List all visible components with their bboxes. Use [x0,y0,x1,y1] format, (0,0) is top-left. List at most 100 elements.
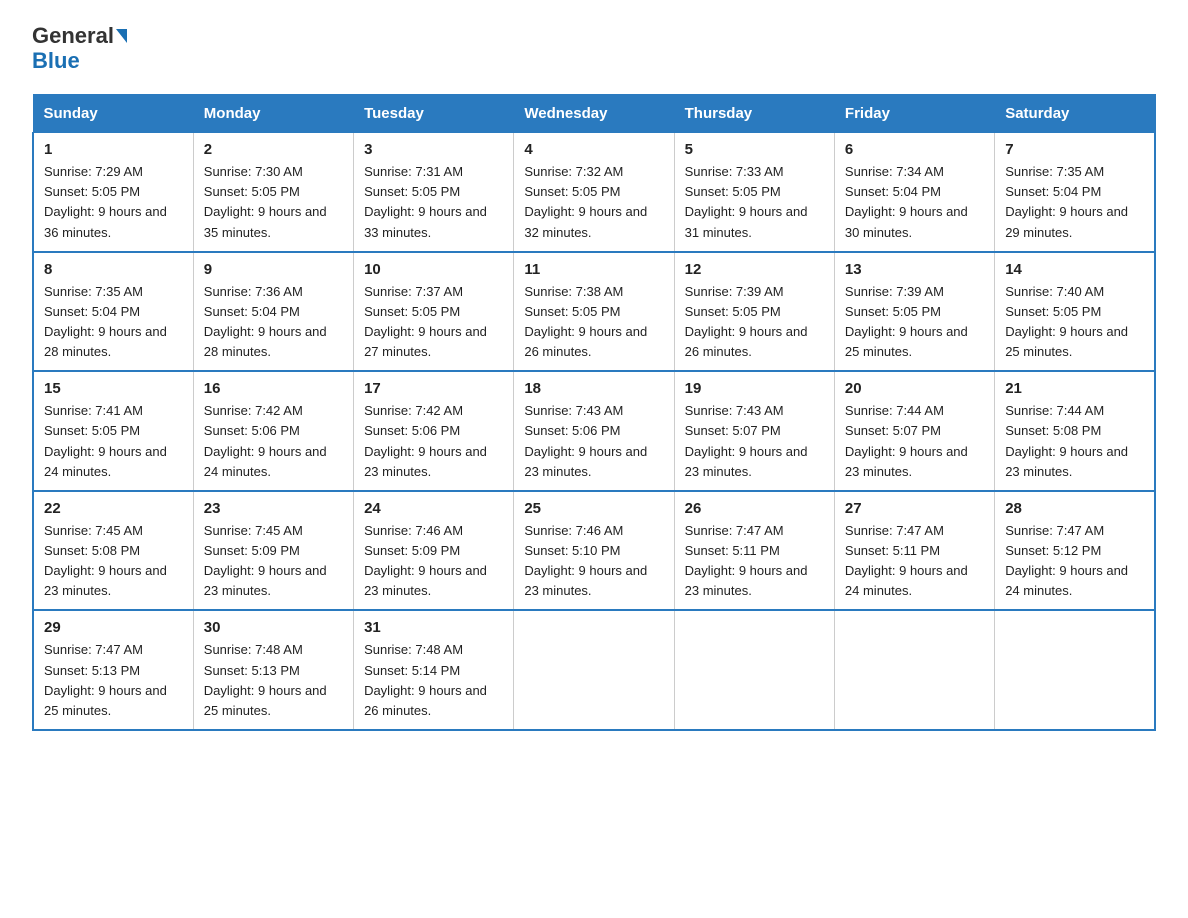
calendar-cell: 3 Sunrise: 7:31 AMSunset: 5:05 PMDayligh… [354,133,514,252]
day-info: Sunrise: 7:36 AMSunset: 5:04 PMDaylight:… [204,284,327,359]
day-info: Sunrise: 7:39 AMSunset: 5:05 PMDaylight:… [685,284,808,359]
calendar-cell: 19 Sunrise: 7:43 AMSunset: 5:07 PMDaylig… [674,371,834,491]
calendar-table: SundayMondayTuesdayWednesdayThursdayFrid… [32,94,1156,731]
calendar-cell: 2 Sunrise: 7:30 AMSunset: 5:05 PMDayligh… [193,133,353,252]
header-saturday: Saturday [995,95,1155,133]
day-info: Sunrise: 7:30 AMSunset: 5:05 PMDaylight:… [204,164,327,239]
day-number: 10 [364,261,503,278]
calendar-cell: 14 Sunrise: 7:40 AMSunset: 5:05 PMDaylig… [995,252,1155,372]
day-number: 5 [685,141,824,158]
calendar-cell: 27 Sunrise: 7:47 AMSunset: 5:11 PMDaylig… [834,491,994,611]
day-info: Sunrise: 7:41 AMSunset: 5:05 PMDaylight:… [44,403,167,478]
day-info: Sunrise: 7:38 AMSunset: 5:05 PMDaylight:… [524,284,647,359]
day-number: 18 [524,380,663,397]
calendar-cell: 5 Sunrise: 7:33 AMSunset: 5:05 PMDayligh… [674,133,834,252]
day-info: Sunrise: 7:44 AMSunset: 5:07 PMDaylight:… [845,403,968,478]
day-info: Sunrise: 7:44 AMSunset: 5:08 PMDaylight:… [1005,403,1128,478]
day-info: Sunrise: 7:35 AMSunset: 5:04 PMDaylight:… [1005,164,1128,239]
day-number: 29 [44,619,183,636]
day-number: 9 [204,261,343,278]
calendar-cell [674,610,834,730]
day-info: Sunrise: 7:46 AMSunset: 5:09 PMDaylight:… [364,523,487,598]
calendar-cell: 18 Sunrise: 7:43 AMSunset: 5:06 PMDaylig… [514,371,674,491]
day-info: Sunrise: 7:31 AMSunset: 5:05 PMDaylight:… [364,164,487,239]
day-number: 23 [204,500,343,517]
logo-text-general: General [32,24,114,48]
header-monday: Monday [193,95,353,133]
day-number: 7 [1005,141,1144,158]
calendar-cell: 16 Sunrise: 7:42 AMSunset: 5:06 PMDaylig… [193,371,353,491]
week-row-3: 15 Sunrise: 7:41 AMSunset: 5:05 PMDaylig… [33,371,1155,491]
day-info: Sunrise: 7:43 AMSunset: 5:06 PMDaylight:… [524,403,647,478]
day-info: Sunrise: 7:46 AMSunset: 5:10 PMDaylight:… [524,523,647,598]
day-number: 12 [685,261,824,278]
day-number: 2 [204,141,343,158]
calendar-cell: 29 Sunrise: 7:47 AMSunset: 5:13 PMDaylig… [33,610,193,730]
calendar-cell: 21 Sunrise: 7:44 AMSunset: 5:08 PMDaylig… [995,371,1155,491]
day-number: 30 [204,619,343,636]
day-number: 31 [364,619,503,636]
day-number: 8 [44,261,183,278]
week-row-5: 29 Sunrise: 7:47 AMSunset: 5:13 PMDaylig… [33,610,1155,730]
calendar-cell: 20 Sunrise: 7:44 AMSunset: 5:07 PMDaylig… [834,371,994,491]
logo-text-blue: Blue [32,48,80,74]
day-info: Sunrise: 7:42 AMSunset: 5:06 PMDaylight:… [204,403,327,478]
calendar-cell: 10 Sunrise: 7:37 AMSunset: 5:05 PMDaylig… [354,252,514,372]
header-friday: Friday [834,95,994,133]
day-info: Sunrise: 7:43 AMSunset: 5:07 PMDaylight:… [685,403,808,478]
day-info: Sunrise: 7:45 AMSunset: 5:08 PMDaylight:… [44,523,167,598]
calendar-cell [834,610,994,730]
header-tuesday: Tuesday [354,95,514,133]
day-number: 13 [845,261,984,278]
day-info: Sunrise: 7:42 AMSunset: 5:06 PMDaylight:… [364,403,487,478]
day-number: 19 [685,380,824,397]
day-number: 21 [1005,380,1144,397]
day-number: 25 [524,500,663,517]
day-number: 11 [524,261,663,278]
day-number: 17 [364,380,503,397]
day-info: Sunrise: 7:33 AMSunset: 5:05 PMDaylight:… [685,164,808,239]
calendar-cell: 6 Sunrise: 7:34 AMSunset: 5:04 PMDayligh… [834,133,994,252]
header-thursday: Thursday [674,95,834,133]
calendar-cell: 23 Sunrise: 7:45 AMSunset: 5:09 PMDaylig… [193,491,353,611]
day-info: Sunrise: 7:48 AMSunset: 5:13 PMDaylight:… [204,642,327,717]
calendar-cell: 9 Sunrise: 7:36 AMSunset: 5:04 PMDayligh… [193,252,353,372]
day-info: Sunrise: 7:45 AMSunset: 5:09 PMDaylight:… [204,523,327,598]
calendar-cell: 12 Sunrise: 7:39 AMSunset: 5:05 PMDaylig… [674,252,834,372]
day-number: 28 [1005,500,1144,517]
header-sunday: Sunday [33,95,193,133]
page-header: General Blue [32,24,1156,74]
day-number: 22 [44,500,183,517]
calendar-cell: 28 Sunrise: 7:47 AMSunset: 5:12 PMDaylig… [995,491,1155,611]
calendar-cell: 7 Sunrise: 7:35 AMSunset: 5:04 PMDayligh… [995,133,1155,252]
day-number: 26 [685,500,824,517]
week-row-2: 8 Sunrise: 7:35 AMSunset: 5:04 PMDayligh… [33,252,1155,372]
day-info: Sunrise: 7:34 AMSunset: 5:04 PMDaylight:… [845,164,968,239]
calendar-cell: 31 Sunrise: 7:48 AMSunset: 5:14 PMDaylig… [354,610,514,730]
day-number: 6 [845,141,984,158]
calendar-cell: 15 Sunrise: 7:41 AMSunset: 5:05 PMDaylig… [33,371,193,491]
day-info: Sunrise: 7:48 AMSunset: 5:14 PMDaylight:… [364,642,487,717]
day-info: Sunrise: 7:32 AMSunset: 5:05 PMDaylight:… [524,164,647,239]
week-row-4: 22 Sunrise: 7:45 AMSunset: 5:08 PMDaylig… [33,491,1155,611]
day-number: 15 [44,380,183,397]
day-number: 24 [364,500,503,517]
calendar-cell: 11 Sunrise: 7:38 AMSunset: 5:05 PMDaylig… [514,252,674,372]
day-info: Sunrise: 7:37 AMSunset: 5:05 PMDaylight:… [364,284,487,359]
calendar-cell: 4 Sunrise: 7:32 AMSunset: 5:05 PMDayligh… [514,133,674,252]
day-number: 4 [524,141,663,158]
day-info: Sunrise: 7:47 AMSunset: 5:13 PMDaylight:… [44,642,167,717]
week-row-1: 1 Sunrise: 7:29 AMSunset: 5:05 PMDayligh… [33,133,1155,252]
day-number: 27 [845,500,984,517]
calendar-cell: 13 Sunrise: 7:39 AMSunset: 5:05 PMDaylig… [834,252,994,372]
day-info: Sunrise: 7:29 AMSunset: 5:05 PMDaylight:… [44,164,167,239]
calendar-cell: 8 Sunrise: 7:35 AMSunset: 5:04 PMDayligh… [33,252,193,372]
day-number: 14 [1005,261,1144,278]
day-info: Sunrise: 7:35 AMSunset: 5:04 PMDaylight:… [44,284,167,359]
calendar-cell: 24 Sunrise: 7:46 AMSunset: 5:09 PMDaylig… [354,491,514,611]
day-number: 3 [364,141,503,158]
day-info: Sunrise: 7:40 AMSunset: 5:05 PMDaylight:… [1005,284,1128,359]
calendar-cell: 26 Sunrise: 7:47 AMSunset: 5:11 PMDaylig… [674,491,834,611]
header-wednesday: Wednesday [514,95,674,133]
day-info: Sunrise: 7:39 AMSunset: 5:05 PMDaylight:… [845,284,968,359]
